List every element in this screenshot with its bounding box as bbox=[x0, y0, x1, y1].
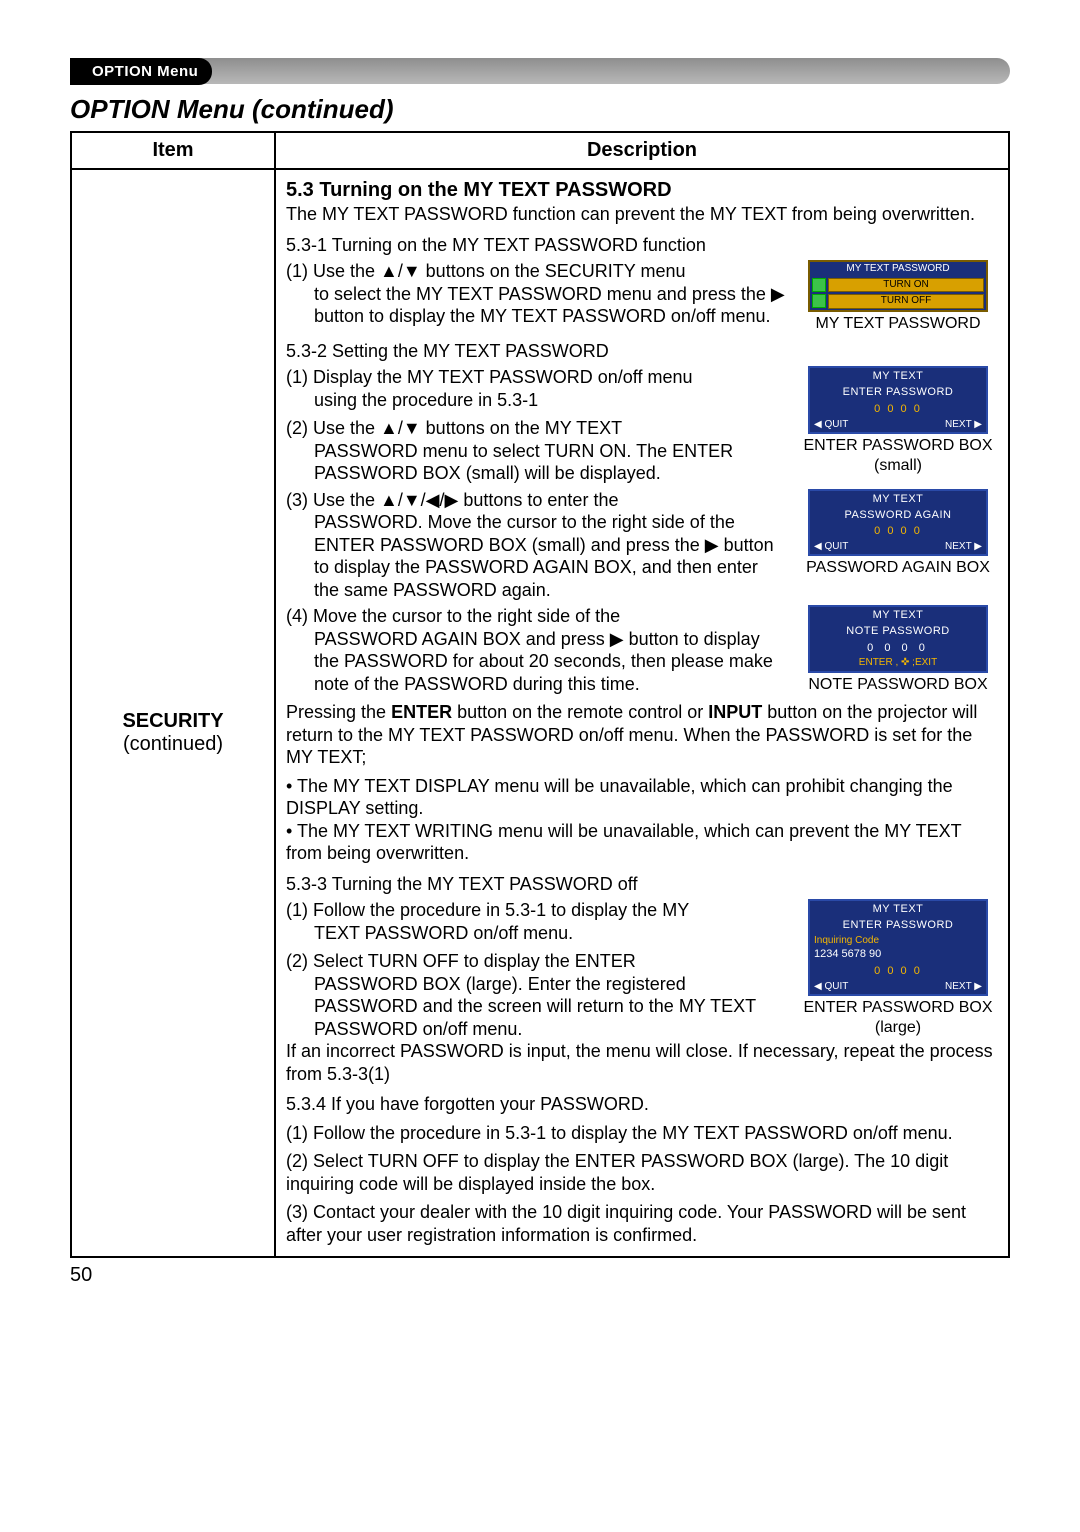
item-sub: (continued) bbox=[73, 733, 273, 756]
osd-inquiring-label: Inquiring Code bbox=[810, 934, 986, 947]
col-header-item: Item bbox=[71, 132, 275, 169]
caption-my-text-password: MY TEXT PASSWORD bbox=[815, 314, 980, 334]
heading-5-3-1: 5.3-1 Turning on the MY TEXT PASSWORD fu… bbox=[286, 234, 998, 257]
osd-next: NEXT bbox=[945, 540, 982, 553]
caption-enter-password-small: ENTER PASSWORD BOX (small) bbox=[798, 436, 998, 476]
osd-next: NEXT bbox=[945, 418, 982, 431]
osd-title: MY TEXT PASSWORD bbox=[810, 262, 986, 277]
bullet-writing-unavailable: • The MY TEXT WRITING menu will be unava… bbox=[286, 820, 998, 865]
osd-pin: 0 0 0 0 bbox=[810, 523, 986, 539]
description-cell: 5.3 Turning on the MY TEXT PASSWORD The … bbox=[275, 169, 1009, 1257]
bullet-icon bbox=[812, 294, 826, 308]
text-5-3-4-1: (1) Follow the procedure in 5.3-1 to dis… bbox=[286, 1122, 998, 1145]
caption-enter-password-large: ENTER PASSWORD BOX (large) bbox=[798, 998, 998, 1038]
osd-line-my-text: MY TEXT bbox=[810, 491, 986, 507]
text-5-3-1-1b: to select the MY TEXT PASSWORD menu and … bbox=[286, 283, 786, 328]
heading-5-3-2: 5.3-2 Setting the MY TEXT PASSWORD bbox=[286, 340, 998, 363]
text-5-3-3-1b: TEXT PASSWORD on/off menu. bbox=[286, 922, 786, 945]
osd-line-my-text: MY TEXT bbox=[810, 607, 986, 623]
caption-password-again: PASSWORD AGAIN BOX bbox=[806, 558, 990, 578]
bullet-display-unavailable: • The MY TEXT DISPLAY menu will be unava… bbox=[286, 775, 998, 820]
text-5-3-2-3b: PASSWORD. Move the cursor to the right s… bbox=[286, 511, 786, 601]
osd-inquiring-code: 1234 5678 90 bbox=[810, 947, 986, 963]
text-5-3-2-4a: (4) Move the cursor to the right side of… bbox=[286, 605, 786, 628]
text-5-3-3-2b: PASSWORD BOX (large). Enter the register… bbox=[286, 973, 786, 1041]
osd-line-my-text: MY TEXT bbox=[810, 901, 986, 917]
text-5-3-3-error: If an incorrect PASSWORD is input, the m… bbox=[286, 1040, 998, 1085]
osd-pin: 0 0 0 0 bbox=[810, 401, 986, 417]
bullet-icon bbox=[812, 278, 826, 292]
text-5-3-4-3: (3) Contact your dealer with the 10 digi… bbox=[286, 1201, 998, 1246]
text-5-3-4-2: (2) Select TURN OFF to display the ENTER… bbox=[286, 1150, 998, 1195]
text-5-3-2-enter-input: Pressing the ENTER button on the remote … bbox=[286, 701, 998, 769]
osd-line-password-again: PASSWORD AGAIN bbox=[810, 507, 986, 523]
osd-quit: QUIT bbox=[814, 418, 848, 431]
osd-option-turn-off: TURN OFF bbox=[828, 294, 984, 309]
osd-line-enter-password: ENTER PASSWORD bbox=[810, 384, 986, 400]
text-5-3-1-1a: (1) Use the ▲/▼ buttons on the SECURITY … bbox=[286, 260, 786, 283]
figure-my-text-password-menu: MY TEXT PASSWORD TURN ON TURN OFF bbox=[808, 260, 988, 312]
text-5-3-2-1a: (1) Display the MY TEXT PASSWORD on/off … bbox=[286, 366, 786, 389]
section-tab-label: OPTION Menu bbox=[70, 58, 212, 85]
text-5-3-3-1a: (1) Follow the procedure in 5.3-1 to dis… bbox=[286, 899, 786, 922]
page-title: OPTION Menu (continued) bbox=[70, 94, 1010, 125]
figure-enter-password-large: MY TEXT ENTER PASSWORD Inquiring Code 12… bbox=[808, 899, 988, 996]
osd-enter-exit: ENTER , ✜ ;EXIT bbox=[810, 656, 986, 671]
osd-line-my-text: MY TEXT bbox=[810, 368, 986, 384]
option-table: Item Description SECURITY (continued) 5.… bbox=[70, 131, 1010, 1258]
osd-option-turn-on: TURN ON bbox=[828, 278, 984, 293]
item-cell: SECURITY (continued) bbox=[71, 169, 275, 1257]
figure-password-again: MY TEXT PASSWORD AGAIN 0 0 0 0 QUIT NEXT bbox=[808, 489, 988, 557]
figure-enter-password-small: MY TEXT ENTER PASSWORD 0 0 0 0 QUIT NEXT bbox=[808, 366, 988, 434]
text-5-3-2-4b: PASSWORD AGAIN BOX and press ▶ button to… bbox=[286, 628, 786, 696]
page-number: 50 bbox=[70, 1264, 1010, 1287]
text-5-3-2-3a: (3) Use the ▲/▼/◀/▶ buttons to enter the bbox=[286, 489, 786, 512]
osd-quit: QUIT bbox=[814, 980, 848, 993]
heading-5-3: 5.3 Turning on the MY TEXT PASSWORD bbox=[286, 178, 998, 203]
osd-quit: QUIT bbox=[814, 540, 848, 553]
text-5-3-2-2b: PASSWORD menu to select TURN ON. The ENT… bbox=[286, 440, 786, 485]
text-5-3-2-2a: (2) Use the ▲/▼ buttons on the MY TEXT bbox=[286, 417, 786, 440]
heading-5-3-3: 5.3-3 Turning the MY TEXT PASSWORD off bbox=[286, 873, 998, 896]
col-header-description: Description bbox=[275, 132, 1009, 169]
osd-line-enter-password: ENTER PASSWORD bbox=[810, 917, 986, 933]
osd-line-note-password: NOTE PASSWORD bbox=[810, 623, 986, 639]
figure-note-password: MY TEXT NOTE PASSWORD 0 0 0 0 ENTER , ✜ … bbox=[808, 605, 988, 673]
caption-note-password: NOTE PASSWORD BOX bbox=[808, 675, 987, 695]
item-name: SECURITY bbox=[73, 710, 273, 733]
text-5-3-3-2a: (2) Select TURN OFF to display the ENTER bbox=[286, 950, 786, 973]
osd-pin: 0 0 0 0 bbox=[810, 963, 986, 979]
heading-5-3-4: 5.3.4 If you have forgotten your PASSWOR… bbox=[286, 1093, 998, 1116]
osd-note-pin: 0 0 0 0 bbox=[810, 640, 986, 656]
section-tab-bar: OPTION Menu bbox=[70, 58, 1010, 84]
osd-next: NEXT bbox=[945, 980, 982, 993]
text-5-3-intro: The MY TEXT PASSWORD function can preven… bbox=[286, 203, 998, 226]
text-5-3-2-1b: using the procedure in 5.3-1 bbox=[286, 389, 786, 412]
